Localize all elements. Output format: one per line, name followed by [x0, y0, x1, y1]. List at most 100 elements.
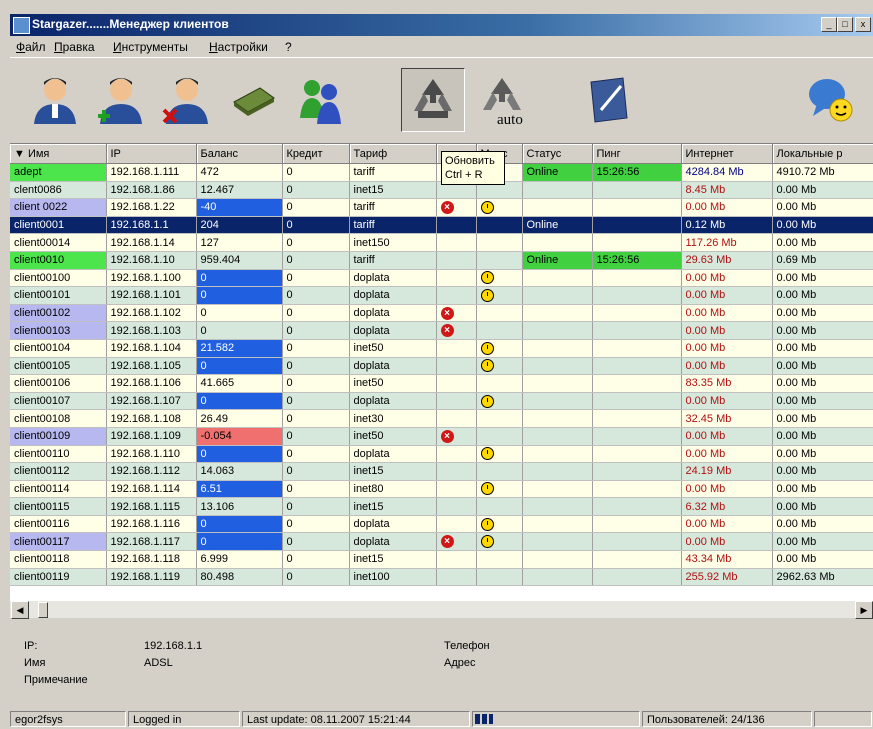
- menu-tools[interactable]: Инструменты: [113, 40, 188, 54]
- cell-ping: [592, 532, 682, 552]
- cell-ip: 192.168.1.10: [106, 251, 197, 270]
- scroll-left-button[interactable]: ◀: [11, 601, 29, 619]
- cell-ip: 192.168.1.112: [106, 462, 197, 481]
- table-row[interactable]: client 0022 192.168.1.22 -40 0 tariff × 0.00 M…: [10, 198, 873, 217]
- cell-freeze: [476, 392, 523, 411]
- table-row[interactable]: client00106 192.168.1.106 41.665 0 inet50 83.…: [10, 374, 873, 393]
- minimize-button[interactable]: _: [821, 17, 837, 32]
- menu-edit[interactable]: Правка: [54, 40, 95, 54]
- col-credit[interactable]: Кредит: [282, 144, 350, 164]
- cell-credit: 0: [282, 445, 350, 464]
- cell-freeze: [476, 339, 523, 358]
- cell-credit: 0: [282, 427, 350, 446]
- refresh-button[interactable]: [401, 68, 465, 132]
- cell-status: Online: [522, 216, 593, 235]
- horizontal-scrollbar[interactable]: ◀ ▶: [10, 601, 873, 619]
- table-row[interactable]: client00117 192.168.1.117 0 0 doplata × 0.00 M…: [10, 532, 873, 552]
- cell-name: client00115: [10, 497, 107, 516]
- cell-internet: 0.00 Mb: [681, 304, 773, 323]
- table-row[interactable]: client00114 192.168.1.114 6.51 0 inet80 0.00 …: [10, 480, 873, 499]
- cell-ping: [592, 515, 682, 534]
- cell-freeze: [476, 269, 523, 288]
- table-row[interactable]: client00115 192.168.1.115 13.106 0 inet15 6.3…: [10, 497, 873, 516]
- title-bar: Stargazer.......Менеджер клиентов _ □ x: [10, 14, 873, 36]
- delete-user-button[interactable]: [156, 68, 218, 130]
- col-status[interactable]: Статус: [522, 144, 593, 164]
- cell-name: client00110: [10, 445, 107, 464]
- status-extra: [814, 711, 872, 727]
- col-ip[interactable]: IP: [106, 144, 197, 164]
- cell-ping: 15:26:56: [592, 163, 682, 182]
- table-row[interactable]: client00101 192.168.1.101 0 0 doplata 0.00 Mb…: [10, 286, 873, 305]
- cell-tariff: doplata: [349, 515, 437, 534]
- scroll-right-button[interactable]: ▶: [855, 601, 873, 619]
- cell-ip: 192.168.1.108: [106, 409, 197, 428]
- table-row[interactable]: client00119 192.168.1.119 80.498 0 inet100 25…: [10, 568, 873, 587]
- money-button[interactable]: [222, 68, 284, 130]
- users-group-button[interactable]: [290, 68, 352, 130]
- table-row[interactable]: client00110 192.168.1.110 0 0 doplata 0.00 Mb…: [10, 445, 873, 464]
- cell-balance: 12.467: [196, 181, 283, 200]
- cell-tariff: inet15: [349, 550, 437, 569]
- table-row[interactable]: client00102 192.168.1.102 0 0 doplata × 0.00 M…: [10, 304, 873, 323]
- table-row[interactable]: client00105 192.168.1.105 0 0 doplata 0.00 Mb…: [10, 357, 873, 376]
- table-row[interactable]: client00014 192.168.1.14 127 0 inet150 117.26…: [10, 233, 873, 252]
- cell-name: client00101: [10, 286, 107, 305]
- col-name[interactable]: ▼ Имя: [10, 144, 107, 164]
- blocked-icon: ×: [440, 535, 454, 549]
- cell-ip: 192.168.1.102: [106, 304, 197, 323]
- cell-tariff: doplata: [349, 445, 437, 464]
- col-tariff[interactable]: Тариф: [349, 144, 437, 164]
- add-user-button[interactable]: [90, 68, 152, 130]
- cell-balance: 0: [196, 321, 283, 340]
- restore-button[interactable]: □: [837, 17, 853, 32]
- cell-balance: 0: [196, 269, 283, 288]
- table-row[interactable]: client00118 192.168.1.118 6.999 0 inet15 43.3…: [10, 550, 873, 569]
- cell-tariff: tariff: [349, 216, 437, 235]
- table-row[interactable]: client00109 192.168.1.109 -0.054 0 inet50 × 0.…: [10, 427, 873, 446]
- progress-fill: [475, 714, 493, 724]
- cell-freeze: [476, 462, 523, 481]
- cell-name: client00109: [10, 427, 107, 446]
- table-row[interactable]: client00104 192.168.1.104 21.582 0 inet50 0.0…: [10, 339, 873, 358]
- cell-tariff: tariff: [349, 198, 437, 217]
- cell-name: client00114: [10, 480, 107, 499]
- auto-refresh-button[interactable]: auto: [471, 68, 533, 130]
- cell-ip: 192.168.1.22: [106, 198, 197, 217]
- menu-file[interactable]: Файл: [16, 40, 46, 54]
- col-balance[interactable]: Баланс: [196, 144, 283, 164]
- refresh-icon: [414, 79, 452, 118]
- table-row[interactable]: client0001 192.168.1.1 204 0 tariff Online 0.1…: [10, 216, 873, 235]
- cell-name: client00116: [10, 515, 107, 534]
- cell-ip: 192.168.1.14: [106, 233, 197, 252]
- table-row[interactable]: client00103 192.168.1.103 0 0 doplata × 0.00 M…: [10, 321, 873, 340]
- cell-ping: [592, 427, 682, 446]
- cell-credit: 0: [282, 198, 350, 217]
- menu-help[interactable]: ?: [285, 40, 292, 54]
- table-row[interactable]: client00112 192.168.1.112 14.063 0 inet15 24.…: [10, 462, 873, 481]
- cell-tariff: inet50: [349, 374, 437, 393]
- user-icon: [34, 78, 76, 124]
- table-row[interactable]: client00116 192.168.1.116 0 0 doplata 0.00 Mb…: [10, 515, 873, 534]
- clock-icon: [480, 271, 494, 285]
- table-row[interactable]: client00100 192.168.1.100 0 0 doplata 0.00 Mb…: [10, 269, 873, 288]
- user-button[interactable]: [24, 68, 86, 130]
- table-row[interactable]: client00108 192.168.1.108 26.49 0 inet30 32.4…: [10, 409, 873, 428]
- cell-local: 0.00 Mb: [772, 233, 873, 252]
- close-button[interactable]: x: [855, 17, 871, 32]
- cell-status: [522, 497, 593, 516]
- blocked-icon: ×: [440, 306, 454, 320]
- menu-settings[interactable]: Настройки: [209, 40, 268, 54]
- col-ping[interactable]: Пинг: [592, 144, 682, 164]
- scroll-thumb[interactable]: [38, 602, 48, 618]
- edit-button[interactable]: [577, 68, 639, 130]
- col-local[interactable]: Локальные р: [772, 144, 873, 164]
- chat-button[interactable]: [799, 68, 861, 130]
- cell-local: 0.00 Mb: [772, 357, 873, 376]
- table-row[interactable]: client00107 192.168.1.107 0 0 doplata 0.00 Mb…: [10, 392, 873, 411]
- cell-balance: 14.063: [196, 462, 283, 481]
- cell-freeze: [476, 286, 523, 305]
- cell-local: 0.00 Mb: [772, 515, 873, 534]
- col-internet[interactable]: Интернет: [681, 144, 773, 164]
- table-row[interactable]: client0010 192.168.1.10 959.404 0 tariff Onli…: [10, 251, 873, 270]
